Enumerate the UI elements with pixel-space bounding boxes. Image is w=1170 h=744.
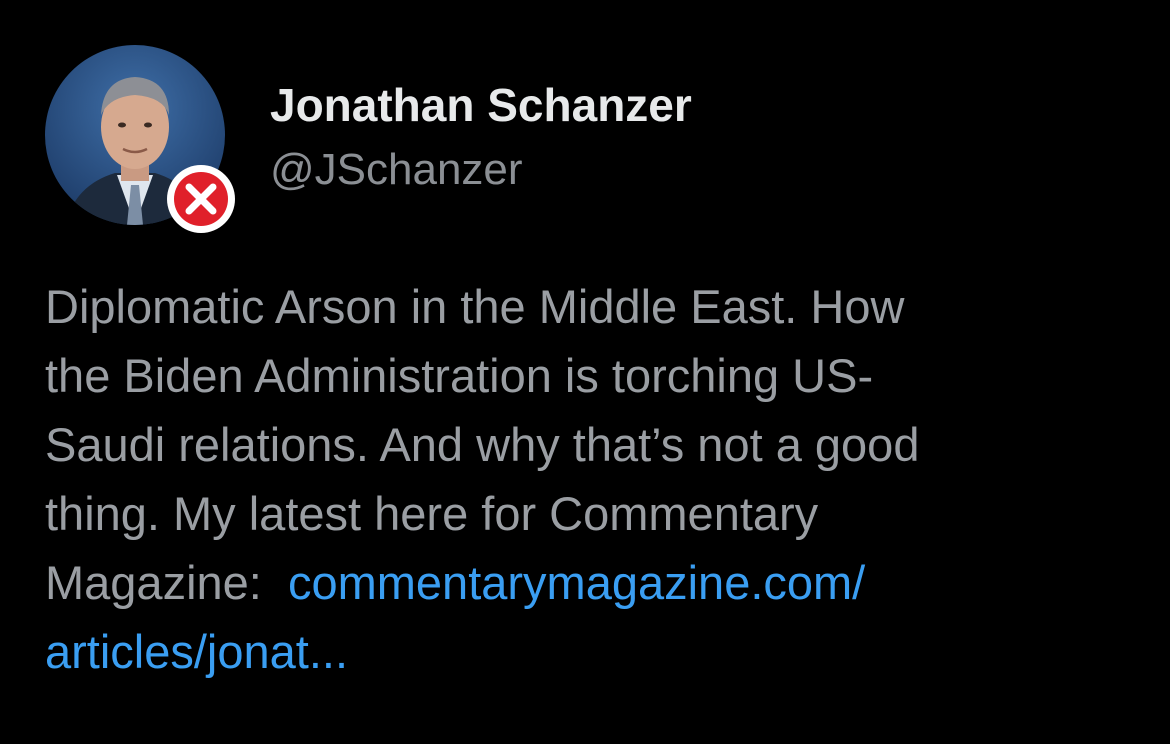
author-handle[interactable]: @JSchanzer (270, 145, 523, 195)
tweet-text-line: Magazine: (45, 556, 288, 609)
tweet-text: Diplomatic Arson in the Middle East. How… (45, 272, 1135, 686)
tweet-text-line: Saudi relations. And why that’s not a go… (45, 418, 920, 471)
author-name[interactable]: Jonathan Schanzer (270, 78, 692, 132)
tweet-text-line: the Biden Administration is torching US- (45, 349, 874, 402)
tweet-text-line: Diplomatic Arson in the Middle East. How (45, 280, 905, 333)
tweet-text-line: thing. My latest here for Commentary (45, 487, 819, 540)
article-link-continued[interactable]: articles/jonat... (45, 625, 348, 678)
avatar[interactable] (45, 45, 235, 233)
article-link[interactable]: commentarymagazine.com/ (288, 556, 865, 609)
tweet-card: Jonathan Schanzer @JSchanzer Diplomatic … (0, 0, 1170, 744)
red-x-circle-icon (167, 165, 235, 233)
